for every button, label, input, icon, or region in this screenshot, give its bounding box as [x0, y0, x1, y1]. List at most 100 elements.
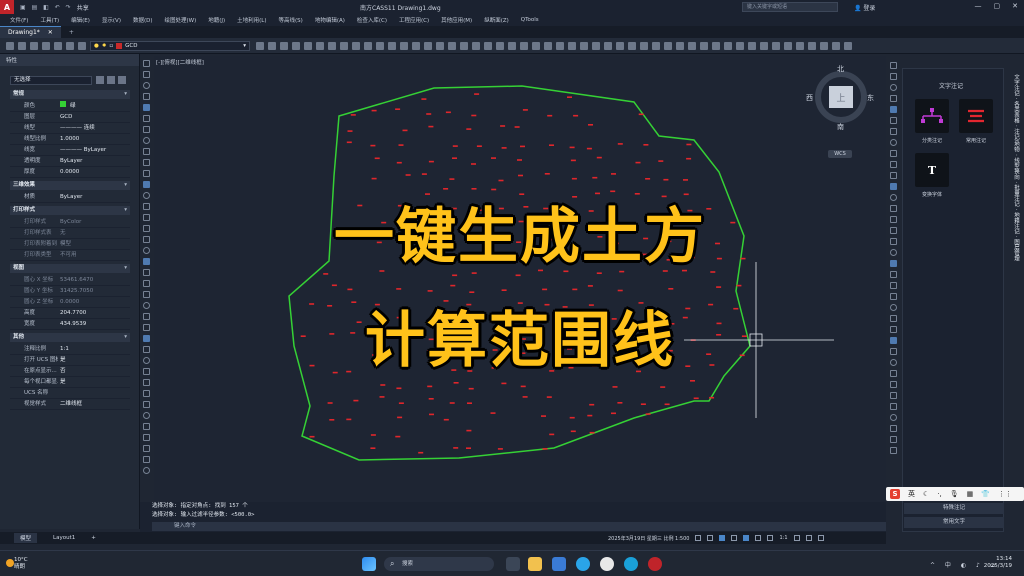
survey-point-label[interactable]	[586, 147, 592, 150]
survey-point-label[interactable]	[429, 413, 434, 416]
selection-icons[interactable]	[96, 76, 126, 84]
tool-icon[interactable]	[142, 324, 150, 331]
tool-icon[interactable]	[142, 467, 150, 474]
menu-item[interactable]: 绘图处理(W)	[165, 16, 197, 24]
menu-item[interactable]: 工具(T)	[40, 16, 59, 24]
taskbar-clock[interactable]: 13:14 2025/3/19	[984, 556, 1012, 570]
tool-icon[interactable]	[142, 412, 150, 419]
survey-point-label[interactable]	[427, 385, 433, 388]
survey-point-label[interactable]	[418, 451, 424, 454]
start-button-icon[interactable]	[362, 557, 376, 571]
tool-icon[interactable]	[142, 269, 150, 276]
survey-point-label[interactable]	[668, 288, 674, 290]
property-row[interactable]: 圆心 X 坐标 53461.6470	[10, 275, 130, 286]
taskbar-search[interactable]: 搜索	[384, 557, 494, 571]
file-explorer-icon[interactable]	[528, 557, 542, 571]
survey-point-label[interactable]	[471, 114, 477, 117]
survey-point-label[interactable]	[426, 113, 432, 115]
survey-point-label[interactable]	[589, 431, 595, 434]
maximize-icon[interactable]: ▢	[994, 2, 1001, 10]
tool-icon[interactable]	[142, 423, 150, 430]
survey-point-label[interactable]	[450, 284, 456, 287]
survey-point-label[interactable]	[596, 156, 602, 159]
property-row[interactable]: 宽度 434.9539	[10, 319, 130, 330]
survey-point-label[interactable]	[490, 412, 496, 414]
survey-point-label[interactable]	[501, 289, 507, 291]
tool-icon[interactable]	[889, 447, 897, 454]
survey-point-label[interactable]	[421, 98, 427, 100]
tool-icon[interactable]	[142, 434, 150, 441]
tool-icon[interactable]	[142, 401, 150, 408]
tool-icon[interactable]	[142, 104, 150, 111]
quick-access-icons[interactable]: ▣ ▤ ◧ ↶ ↷	[20, 4, 73, 11]
panel-vertical-tabs[interactable]: 文字注记 · 各类表格 · 注记/地物 · 线型换向 · 批量注记 · 地籍注记…	[1006, 74, 1020, 261]
tool-icon[interactable]	[889, 359, 897, 366]
menu-icon[interactable]	[817, 535, 824, 541]
tool-icon[interactable]	[889, 62, 897, 69]
tool-icon[interactable]	[889, 150, 897, 157]
section-view[interactable]: 视图	[10, 264, 130, 273]
survey-point-label[interactable]	[396, 387, 402, 390]
survey-point-label[interactable]	[690, 380, 695, 382]
survey-point-label[interactable]	[500, 125, 506, 127]
survey-point-label[interactable]	[497, 448, 503, 450]
survey-point-label[interactable]	[346, 141, 352, 144]
survey-point-label[interactable]	[569, 146, 575, 149]
survey-point-label[interactable]	[370, 434, 376, 436]
survey-point-label[interactable]	[640, 403, 646, 405]
tab-close-icon[interactable]: ✕	[48, 29, 53, 36]
survey-point-label[interactable]	[567, 96, 572, 98]
tool-icon[interactable]	[142, 291, 150, 298]
survey-point-label[interactable]	[329, 419, 335, 421]
survey-point-label[interactable]	[398, 402, 404, 404]
ortho-icon[interactable]	[731, 535, 738, 541]
tool-icon[interactable]	[889, 216, 897, 223]
survey-point-label[interactable]	[709, 396, 715, 399]
survey-point-label[interactable]	[569, 416, 575, 419]
survey-point-label[interactable]	[736, 284, 742, 287]
tool-icon[interactable]	[142, 225, 150, 232]
property-row[interactable]: 打印表类型 不可用	[10, 250, 130, 261]
tool-icon[interactable]	[142, 148, 150, 155]
menu-item[interactable]: 土地利用(L)	[237, 16, 266, 24]
tool-icon[interactable]	[889, 414, 897, 421]
menu-item[interactable]: 其他应用(M)	[441, 16, 472, 24]
survey-point-label[interactable]	[353, 399, 359, 402]
tool-icon[interactable]	[142, 445, 150, 452]
tool-icon[interactable]	[142, 456, 150, 463]
property-row[interactable]: 打印表附着到 模型	[10, 239, 130, 250]
sign-in-button[interactable]: 👤 登录	[854, 3, 875, 12]
compass-east[interactable]: 东	[867, 93, 874, 103]
tool-icon[interactable]	[142, 258, 150, 265]
tool-icon[interactable]	[889, 271, 897, 278]
survey-point-label[interactable]	[520, 145, 525, 148]
ime-toolbar[interactable]: S 英 ☾ ·, 🎙 ▦ 👕 ⋮⋮	[886, 487, 1024, 501]
compass-west[interactable]: 西	[806, 93, 813, 103]
property-row[interactable]: 线宽 ———— ByLayer	[10, 145, 130, 156]
survey-point-label[interactable]	[453, 447, 459, 449]
survey-point-label[interactable]	[374, 157, 380, 160]
survey-point-label[interactable]	[716, 286, 722, 288]
survey-point-label[interactable]	[331, 284, 337, 287]
property-row[interactable]: 高度 204.7700	[10, 308, 130, 319]
common-text-button[interactable]: 常用文字	[904, 517, 1004, 528]
tool-icon[interactable]	[889, 249, 897, 256]
tool-icon[interactable]	[889, 73, 897, 80]
card-classified-annotation[interactable]	[915, 99, 949, 133]
survey-point-label[interactable]	[686, 143, 692, 146]
search-input[interactable]: 键入关键字或短语	[742, 2, 838, 12]
survey-point-label[interactable]	[476, 145, 482, 147]
cass-app-icon[interactable]	[648, 557, 662, 571]
tool-icon[interactable]	[889, 161, 897, 168]
survey-point-label[interactable]	[693, 397, 699, 400]
survey-point-label[interactable]	[514, 126, 520, 128]
ime-grid-icon[interactable]: ⋮⋮	[998, 490, 1012, 498]
add-layout-icon[interactable]: +	[91, 535, 96, 541]
tool-icon[interactable]	[889, 282, 897, 289]
ime-language[interactable]: 英	[908, 489, 915, 499]
minimize-icon[interactable]: —	[975, 2, 982, 10]
survey-point-label[interactable]	[466, 429, 472, 432]
tool-icon[interactable]	[889, 260, 897, 267]
tool-icon[interactable]	[142, 137, 150, 144]
edit-tool-strip[interactable]	[887, 58, 899, 478]
